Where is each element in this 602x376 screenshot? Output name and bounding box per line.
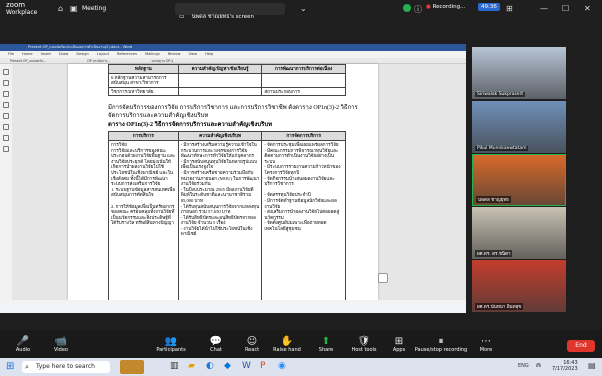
language-indicator[interactable]: ENG xyxy=(518,363,529,369)
nav-icon[interactable] xyxy=(3,69,9,75)
powerpoint-icon[interactable]: P xyxy=(260,361,265,371)
recording-dot-icon: ● xyxy=(426,4,431,10)
search-icon: ⌕ xyxy=(25,363,29,371)
audio-button[interactable]: 🎤 Audio xyxy=(12,336,34,353)
store-icon[interactable]: ◆ xyxy=(224,361,231,371)
participant-tile[interactable]: ผศ.ดร. ดร.ชนิตา xyxy=(472,207,566,259)
video-button[interactable]: 📹 Video xyxy=(50,336,72,353)
word-icon[interactable]: W xyxy=(242,361,251,371)
left-toolbar xyxy=(0,64,12,300)
nav-icon[interactable] xyxy=(3,146,9,152)
zoom-app-icon[interactable]: ◉ xyxy=(278,361,286,371)
ribbon-tab[interactable]: References xyxy=(117,52,137,56)
table-cell: - มีการสร้างเสริมความรู้ความเข้าใจในกระบ… xyxy=(177,139,263,300)
nav-icon[interactable] xyxy=(3,135,9,141)
doc-tab[interactable]: มาตรฐาน OP-2 xyxy=(151,59,173,63)
nav-icon[interactable] xyxy=(3,91,9,97)
floating-app-icon[interactable] xyxy=(378,273,388,283)
end-button[interactable]: End xyxy=(567,340,595,352)
stage-gap xyxy=(0,18,602,44)
apps-icon: ⊞ xyxy=(394,336,404,347)
host-tools-button[interactable]: 🛡 Host tools xyxy=(349,336,379,353)
shield-icon: 🛡 xyxy=(357,336,371,347)
more-button[interactable]: ⋯ More xyxy=(475,336,497,353)
participant-tile[interactable]: ผศ.ดร.นันทนา อินทสุข xyxy=(472,260,566,312)
word-title-bar: Present OP_แบบฟอร์มประเมินผลการดำเนินงาน… xyxy=(0,44,466,51)
zoom-workplace-logo: zoom Workplace xyxy=(6,1,38,17)
maximize-icon[interactable]: ☐ xyxy=(562,4,569,13)
doc-tab[interactable]: OP การจัดการ... xyxy=(87,59,110,63)
screen-share-label[interactable]: ▭ นพดล ชาญยุทธ's screen xyxy=(175,3,285,20)
ribbon-tab[interactable]: Draw xyxy=(59,52,68,56)
word-ribbon-tabs: File Home Insert Draw Design Layout References… xyxy=(0,51,466,58)
task-view-icon[interactable]: ▥ xyxy=(170,361,179,371)
table-cell: การวิจัย การวิจัยและบริการของคณะ ประกอบด… xyxy=(108,139,179,300)
top-table: หลักฐาน ความสำคัญ/ปัญหา/ข้อเรียนรู้ การพ… xyxy=(108,64,346,97)
pause-stop-recording-button[interactable]: ⏸ Pause/stop recording xyxy=(414,336,468,353)
video-camera-icon: 📹 xyxy=(54,336,68,347)
ribbon-tab[interactable]: Layout xyxy=(97,52,109,56)
main-table: การบริการ ความสำคัญเชิงบริบท การจัดการบร… xyxy=(108,131,346,300)
ribbon-tab[interactable]: Insert xyxy=(41,52,51,56)
hand-icon: ✋ xyxy=(280,336,294,347)
meeting-tab[interactable]: Meeting xyxy=(82,5,106,12)
raise-hand-button[interactable]: ✋ Raise hand xyxy=(272,336,302,353)
chat-button[interactable]: 💬 Chat xyxy=(205,336,227,353)
edge-icon[interactable]: ◐ xyxy=(206,361,214,371)
microphone-icon: 🎤 xyxy=(16,336,30,347)
view-icon[interactable]: ⊞ xyxy=(506,4,513,13)
close-icon[interactable]: ✕ xyxy=(584,4,591,13)
meeting-timer: 49:36 xyxy=(478,3,500,11)
participants-button[interactable]: 👥 Participants xyxy=(156,336,186,353)
ribbon-tab[interactable]: View xyxy=(189,52,198,56)
taskbar-clock[interactable]: 16:43 7/17/2023 xyxy=(552,360,578,372)
security-shield-icon[interactable] xyxy=(403,4,411,12)
recording-indicator[interactable]: ● Recording... xyxy=(426,4,465,10)
ribbon-tab[interactable]: File xyxy=(8,52,14,56)
wifi-icon[interactable]: ⋒ xyxy=(536,362,541,369)
more-icon: ⋯ xyxy=(481,336,491,347)
chevron-down-icon[interactable]: ⌄ xyxy=(300,4,307,13)
share-button[interactable]: ⬆ Share xyxy=(315,336,337,353)
react-icon: ☺ xyxy=(246,336,258,347)
nav-icon[interactable] xyxy=(3,124,9,130)
minimize-icon[interactable]: — xyxy=(540,4,548,13)
doc-tab[interactable]: Present OP_แบบฟอร์ม... xyxy=(10,59,46,63)
participants-icon: 👥 xyxy=(164,336,178,347)
react-button[interactable]: ☺ React xyxy=(241,336,263,353)
apps-button[interactable]: ⊞ Apps xyxy=(388,336,410,353)
pause-icon: ⏸ xyxy=(438,336,444,347)
home-icon[interactable]: ⌂ xyxy=(58,4,63,13)
ribbon-tab[interactable]: Design xyxy=(76,52,88,56)
windows-start-icon[interactable]: ⊞ xyxy=(6,361,14,372)
ribbon-tab[interactable]: Mailings xyxy=(145,52,160,56)
table-caption: ตาราง OP1n(3)-2 วิธีการจัดการบริการและคว… xyxy=(108,122,273,129)
meeting-icon: ▣ xyxy=(70,4,78,13)
table-cell: - จัดการประชุมเพื่อเผยแพร่ผลการวิจัย - ม… xyxy=(261,139,346,300)
document-page[interactable]: หลักฐาน ความสำคัญ/ปัญหา/ข้อเรียนรู้ การพ… xyxy=(68,64,378,300)
participant-tile[interactable]: Siriwalak Sukprasert xyxy=(472,47,566,99)
shared-taskbar xyxy=(0,305,466,313)
nav-icon[interactable] xyxy=(3,113,9,119)
participant-tile[interactable]: Pikul Munnkaewtatam xyxy=(472,101,566,153)
share-icon: ⬆ xyxy=(321,336,331,347)
taskbar-search-input[interactable]: ⌕ Type here to search xyxy=(22,361,110,373)
nav-icon[interactable] xyxy=(3,102,9,108)
ribbon-tab[interactable]: Home xyxy=(22,52,33,56)
widgets-icon[interactable] xyxy=(120,360,144,374)
body-paragraph: มีการจัดบริการของการวิจัย การบริการวิชาก… xyxy=(108,105,358,120)
zoom-top-bar: zoom Workplace ⌂ ▣ Meeting ▭ นพดล ชาญยุท… xyxy=(0,0,602,20)
chat-icon: 💬 xyxy=(209,336,223,347)
notification-icon[interactable]: ▤ xyxy=(588,361,596,370)
ribbon-tab[interactable]: Review xyxy=(168,52,181,56)
ribbon-tab[interactable]: Help xyxy=(205,52,213,56)
info-icon[interactable]: ⓘ xyxy=(414,4,422,15)
participant-tile-active[interactable]: นพดล ชาญยุทธ xyxy=(472,154,566,206)
file-explorer-icon[interactable]: ▰ xyxy=(188,361,195,371)
nav-icon[interactable] xyxy=(3,80,9,86)
